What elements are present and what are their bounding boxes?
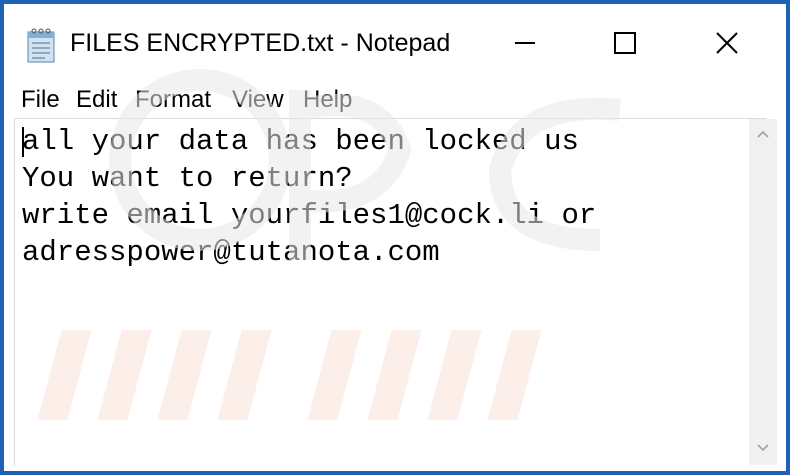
text-editor[interactable]: all your data has been locked us You wan… <box>14 118 767 466</box>
minimize-icon <box>514 32 536 59</box>
editor-line: all your data has been locked us <box>22 125 579 158</box>
menu-bar: File Edit Format View Help <box>4 82 786 118</box>
menu-format[interactable]: Format <box>135 86 211 114</box>
editor-line: adresspower@tutanota.com <box>22 236 440 269</box>
editor-line: You want to return? <box>22 162 353 195</box>
window-title: FILES ENCRYPTED.txt - Notepad <box>70 29 451 57</box>
maximize-icon <box>613 31 637 60</box>
title-bar[interactable]: FILES ENCRYPTED.txt - Notepad <box>4 4 786 82</box>
menu-file[interactable]: File <box>21 86 60 114</box>
menu-help[interactable]: Help <box>303 86 352 114</box>
chevron-up-icon <box>756 126 770 144</box>
minimize-button[interactable] <box>495 18 555 72</box>
close-button[interactable] <box>697 18 757 72</box>
scroll-down-button[interactable] <box>749 433 777 465</box>
maximize-button[interactable] <box>595 18 655 72</box>
close-icon <box>715 31 739 60</box>
menu-view[interactable]: View <box>232 86 284 114</box>
scroll-up-button[interactable] <box>749 119 777 151</box>
menu-edit[interactable]: Edit <box>76 86 117 114</box>
notepad-window: FILES ENCRYPTED.txt - Notepad File Edit … <box>4 4 786 471</box>
editor-line: write email yourfiles1@cock.li or <box>22 199 597 232</box>
chevron-down-icon <box>756 440 770 458</box>
vertical-scrollbar[interactable] <box>749 119 777 465</box>
notepad-icon <box>25 28 57 64</box>
